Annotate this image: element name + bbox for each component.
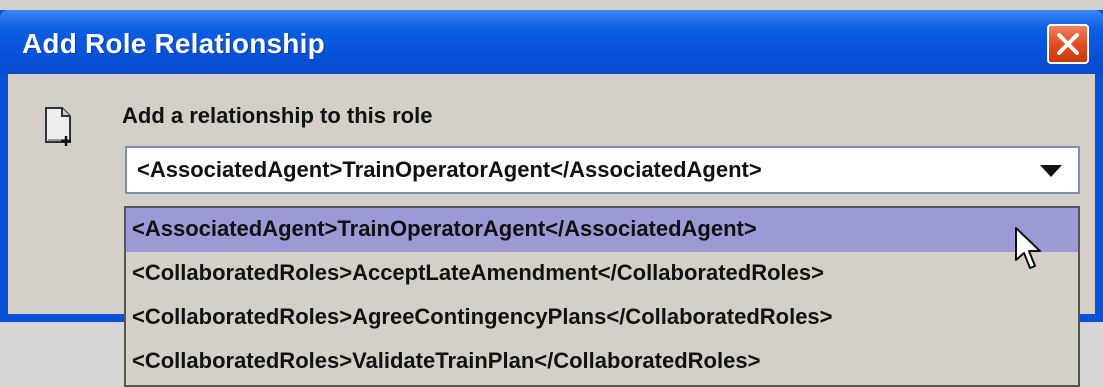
relationship-combo-box[interactable]: <AssociatedAgent>TrainOperatorAgent</Ass… [125,146,1080,194]
relationship-dropdown-list: <AssociatedAgent>TrainOperatorAgent</Ass… [124,206,1080,387]
dropdown-option[interactable]: <CollaboratedRoles>ValidateTrainPlan</Co… [126,340,1078,384]
title-bar[interactable]: Add Role Relationship [0,10,1103,74]
new-document-icon [45,107,71,146]
combo-selected-value: <AssociatedAgent>TrainOperatorAgent</Ass… [137,157,762,182]
mouse-pointer-icon [1015,227,1041,269]
dropdown-option[interactable]: <AssociatedAgent>TrainOperatorAgent</Ass… [126,208,1078,252]
close-icon [1057,33,1079,55]
dropdown-option[interactable]: <CollaboratedRoles>AcceptLateAmendment</… [126,252,1078,296]
screen: Add Role Relationship Add a relationship… [0,0,1103,387]
window-title: Add Role Relationship [22,28,325,59]
top-strip [0,0,1103,10]
chevron-down-icon[interactable] [1040,165,1062,177]
close-button[interactable] [1047,24,1089,64]
dropdown-option[interactable]: <CollaboratedRoles>AgreeContingencyPlans… [126,296,1078,340]
prompt-label: Add a relationship to this role [122,103,433,128]
